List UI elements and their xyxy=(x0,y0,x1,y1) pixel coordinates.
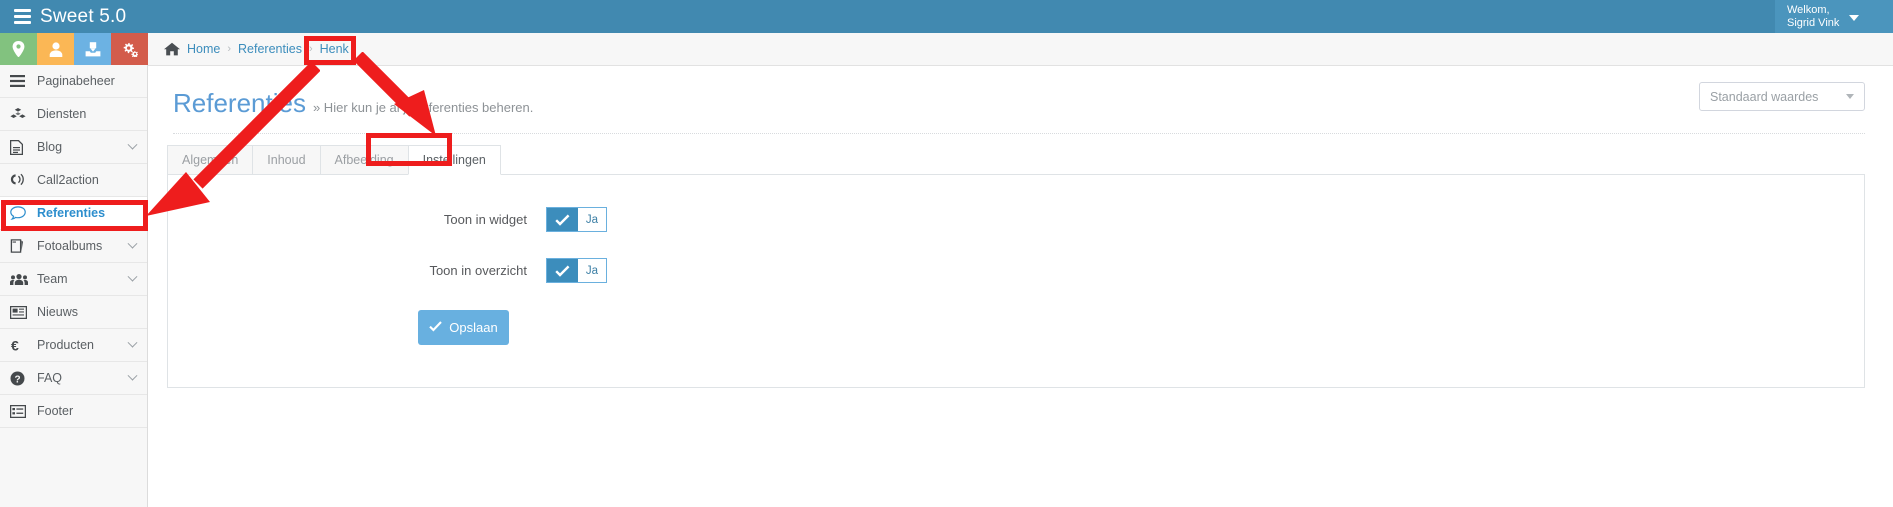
form-label: Toon in widget xyxy=(443,212,527,227)
euro-icon: € xyxy=(10,338,32,353)
comment-icon xyxy=(10,206,32,220)
question-circle-icon: ? xyxy=(10,371,32,386)
book-icon xyxy=(10,239,32,253)
sidebar-item-label: Paginabeheer xyxy=(37,74,115,88)
sidebar-item-blog[interactable]: Blog xyxy=(0,131,147,164)
sidebar-item-faq[interactable]: ? FAQ xyxy=(0,362,147,395)
toggle-value: Ja xyxy=(585,264,599,277)
chevron-down-icon xyxy=(127,271,138,282)
sidebar-item-paginabeheer[interactable]: Paginabeheer xyxy=(0,65,147,98)
quick-action-download[interactable] xyxy=(74,33,111,65)
quick-action-user[interactable] xyxy=(37,33,74,65)
sidebar-item-diensten[interactable]: Diensten xyxy=(0,98,147,131)
tab-instellingen[interactable]: Instellingen xyxy=(407,145,501,175)
sidebar-item-label: Team xyxy=(37,272,68,286)
sidebar-item-label: Footer xyxy=(37,404,74,418)
toggle-toon-in-widget[interactable]: Ja xyxy=(546,207,607,232)
top-bar: Sweet 5.0 Welkom, Sigrid Vink xyxy=(0,0,1893,33)
save-button-label: Opslaan xyxy=(449,320,498,335)
page-header: Referenties » Hier kun je al je referent… xyxy=(148,66,1893,119)
chevron-down-icon xyxy=(1846,94,1854,99)
chevron-down-icon xyxy=(127,238,138,249)
users-icon xyxy=(10,273,32,286)
sidebar-item-label: Fotoalbums xyxy=(37,239,103,253)
sidebar-item-team[interactable]: Team xyxy=(0,263,147,296)
list-alt-icon xyxy=(10,404,32,418)
breadcrumb-current-henk[interactable]: Henk xyxy=(320,42,349,56)
save-button[interactable]: Opslaan xyxy=(418,310,509,345)
breadcrumb-referenties[interactable]: Referenties xyxy=(238,42,302,56)
sidebar-item-label: Nieuws xyxy=(37,305,78,319)
newspaper-icon xyxy=(10,305,32,319)
default-values-select[interactable]: Standaard waardes xyxy=(1699,82,1865,111)
tab-afbeelding[interactable]: Afbeelding xyxy=(319,145,408,175)
location-pin-icon xyxy=(12,41,25,57)
quick-action-location[interactable] xyxy=(0,33,37,65)
sidebar-item-producten[interactable]: € Producten xyxy=(0,329,147,362)
brand-title: Sweet 5.0 xyxy=(40,5,127,27)
check-icon xyxy=(547,259,578,282)
tab-panel-instellingen: Toon in widget Ja Toon in overzicht Ja O… xyxy=(167,174,1865,388)
breadcrumb-home[interactable]: Home xyxy=(187,42,220,56)
tab-label: Instellingen xyxy=(422,153,486,167)
check-icon xyxy=(547,208,578,231)
chevron-down-icon xyxy=(127,139,138,150)
sidebar-item-label: Blog xyxy=(37,140,63,154)
download-inbox-icon xyxy=(85,41,100,56)
form-label: Toon in overzicht xyxy=(429,263,527,278)
chevron-down-icon xyxy=(127,337,138,348)
breadcrumb-separator: › xyxy=(227,43,232,55)
sidebar-item-label: FAQ xyxy=(37,371,63,385)
page-title: Referenties xyxy=(173,88,306,118)
sidebar-item-label: Diensten xyxy=(37,107,87,121)
server-stack-icon xyxy=(14,9,31,24)
cubes-icon xyxy=(10,107,32,121)
default-values-select-value: Standaard waardes xyxy=(1710,89,1819,104)
tab-label: Algemeen xyxy=(182,153,239,167)
sidebar-item-fotoalbums[interactable]: Fotoalbums xyxy=(0,230,147,263)
page-subtitle: » Hier kun je al je referenties beheren. xyxy=(312,100,534,115)
sidebar: Paginabeheer Diensten Blog Call2action R… xyxy=(0,33,148,507)
sidebar-item-label: Call2action xyxy=(37,173,99,187)
svg-text:?: ? xyxy=(14,374,20,385)
svg-text:€: € xyxy=(11,338,19,353)
sidebar-item-referenties[interactable]: Referenties xyxy=(0,197,147,230)
sidebar-item-label: Producten xyxy=(37,338,94,352)
tab-bar: Algemeen Inhoud Afbeelding Instellingen xyxy=(167,145,1893,175)
form-row-toon-in-overzicht: Toon in overzicht Ja xyxy=(168,258,1864,283)
tab-inhoud[interactable]: Inhoud xyxy=(252,145,320,175)
main-content: Home › Referenties › Henk Referenties » … xyxy=(148,33,1893,507)
caret-down-icon xyxy=(1849,14,1860,21)
chevron-down-icon xyxy=(127,370,138,381)
gears-icon xyxy=(123,42,138,57)
brand[interactable]: Sweet 5.0 xyxy=(0,0,126,33)
section-divider xyxy=(173,133,1865,134)
quick-action-bar xyxy=(0,33,148,65)
sidebar-item-nieuws[interactable]: Nieuws xyxy=(0,296,147,329)
tab-label: Inhoud xyxy=(267,153,306,167)
check-icon xyxy=(429,320,443,335)
quick-action-settings[interactable] xyxy=(111,33,148,65)
breadcrumb-separator: › xyxy=(308,43,313,55)
sidebar-item-call2action[interactable]: Call2action xyxy=(0,164,147,197)
breadcrumb: Home › Referenties › Henk xyxy=(148,33,1893,66)
toggle-toon-in-overzicht[interactable]: Ja xyxy=(546,258,607,283)
page-title-wrap: Referenties » Hier kun je al je referent… xyxy=(173,88,533,119)
user-name: Sigrid Vink xyxy=(1787,16,1840,29)
user-menu-labels: Welkom, Sigrid Vink xyxy=(1787,4,1839,30)
file-text-icon xyxy=(10,139,32,155)
toggle-value: Ja xyxy=(585,213,599,226)
bullhorn-icon xyxy=(10,173,32,187)
user-menu[interactable]: Welkom, Sigrid Vink xyxy=(1775,0,1893,33)
sidebar-item-footer[interactable]: Footer xyxy=(0,395,147,428)
user-greeting: Welkom, xyxy=(1787,3,1830,16)
tab-label: Afbeelding xyxy=(334,153,394,167)
user-icon xyxy=(49,41,62,57)
form-row-toon-in-widget: Toon in widget Ja xyxy=(168,207,1864,232)
bars-icon xyxy=(10,75,32,87)
sidebar-item-label: Referenties xyxy=(37,206,106,220)
tab-algemeen[interactable]: Algemeen xyxy=(167,145,253,175)
home-icon xyxy=(164,42,180,56)
